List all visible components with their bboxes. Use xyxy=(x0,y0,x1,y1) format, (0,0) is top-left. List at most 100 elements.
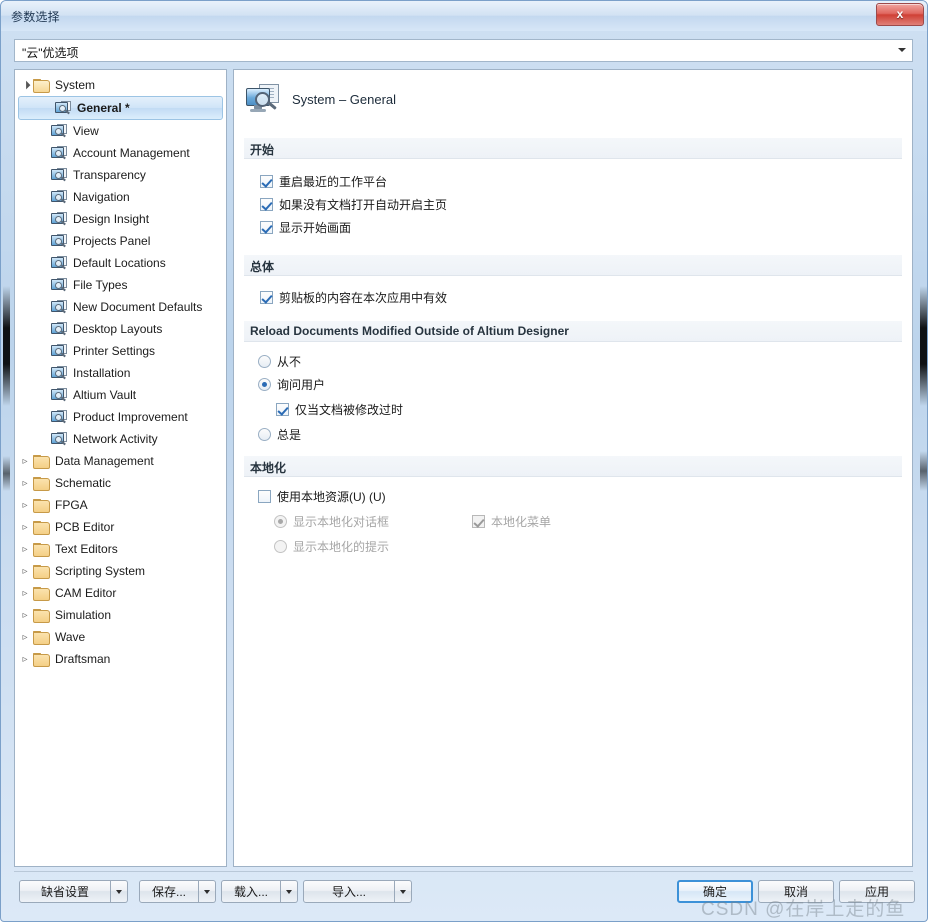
save-dropdown-icon[interactable] xyxy=(199,880,216,903)
tree-item-default-locations[interactable]: Default Locations xyxy=(15,252,226,274)
cancel-button[interactable]: 取消 xyxy=(758,880,834,903)
close-icon[interactable]: x xyxy=(876,3,924,26)
tree-item-altium-vault[interactable]: Altium Vault xyxy=(15,384,226,406)
default-settings-button[interactable]: 缺省设置 xyxy=(19,880,111,903)
tree-item-general[interactable]: General * xyxy=(18,96,223,120)
chevron-right-icon[interactable] xyxy=(17,588,33,599)
preset-combobox[interactable]: "云"优选项 xyxy=(14,39,913,62)
import-button[interactable]: 导入... xyxy=(303,880,395,903)
tree-item-account-management[interactable]: Account Management xyxy=(15,142,226,164)
checkbox-label-show-splash: 显示开始画面 xyxy=(279,221,352,235)
radio-label-localized-dialogs: 显示本地化对话框 xyxy=(293,515,390,529)
checkbox-localized-menus xyxy=(472,515,485,528)
tree-item-text-editors[interactable]: Text Editors xyxy=(15,538,226,560)
folder-icon xyxy=(33,454,51,469)
monitor-magnifier-icon xyxy=(55,101,73,115)
tree-item-product-improvement[interactable]: Product Improvement xyxy=(15,406,226,428)
tree-item-label: Schematic xyxy=(55,476,112,490)
chevron-down-icon[interactable] xyxy=(898,48,906,52)
chevron-right-icon[interactable] xyxy=(17,544,33,555)
radio-label-never: 从不 xyxy=(277,355,302,369)
tree-item-label: PCB Editor xyxy=(55,520,115,534)
save-split-button[interactable]: 保存... xyxy=(139,880,216,903)
checkbox-row-restart-workspace[interactable]: 重启最近的工作平台 xyxy=(260,173,387,190)
tree-item-printer-settings[interactable]: Printer Settings xyxy=(15,340,226,362)
chevron-right-icon[interactable] xyxy=(17,610,33,621)
border-artifact-right xyxy=(920,286,927,406)
tree-item-pcb-editor[interactable]: PCB Editor xyxy=(15,516,226,538)
checkbox-use-local-resources[interactable] xyxy=(258,490,271,503)
tree-item-transparency[interactable]: Transparency xyxy=(15,164,226,186)
import-dropdown-icon[interactable] xyxy=(395,880,412,903)
monitor-magnifier-icon xyxy=(51,410,69,424)
tree-item-draftsman[interactable]: Draftsman xyxy=(15,648,226,670)
ok-button[interactable]: 确定 xyxy=(677,880,753,903)
tree-item-data-management[interactable]: Data Management xyxy=(15,450,226,472)
radio-row-always[interactable]: 总是 xyxy=(258,426,301,443)
apply-button[interactable]: 应用 xyxy=(839,880,915,903)
chevron-right-icon[interactable] xyxy=(17,522,33,533)
save-button[interactable]: 保存... xyxy=(139,880,199,903)
tree-item-label: Altium Vault xyxy=(73,388,137,402)
tree-item-file-types[interactable]: File Types xyxy=(15,274,226,296)
tree-item-label: Transparency xyxy=(73,168,146,182)
default-settings-dropdown-icon[interactable] xyxy=(111,880,128,903)
load-split-button[interactable]: 载入... xyxy=(221,880,298,903)
folder-icon xyxy=(33,630,51,645)
group-header-startup: 开始 xyxy=(244,138,902,159)
tree-item-simulation[interactable]: Simulation xyxy=(15,604,226,626)
tree-item-fpga[interactable]: FPGA xyxy=(15,494,226,516)
checkbox-show-splash[interactable] xyxy=(260,221,273,234)
monitor-magnifier-icon xyxy=(51,322,69,336)
tree-item-new-document-defaults[interactable]: New Document Defaults xyxy=(15,296,226,318)
chevron-right-icon[interactable] xyxy=(17,456,33,467)
tree-item-view[interactable]: View xyxy=(15,120,226,142)
checkbox-row-open-home-page[interactable]: 如果没有文档打开自动开启主页 xyxy=(260,196,447,213)
monitor-magnifier-icon xyxy=(51,366,69,380)
checkbox-clipboard-session[interactable] xyxy=(260,291,273,304)
tree-item-network-activity[interactable]: Network Activity xyxy=(15,428,226,450)
chevron-right-icon[interactable] xyxy=(17,478,33,489)
tree-item-desktop-layouts[interactable]: Desktop Layouts xyxy=(15,318,226,340)
default-settings-split-button[interactable]: 缺省设置 xyxy=(19,880,128,903)
tree-item-wave[interactable]: Wave xyxy=(15,626,226,648)
checkbox-only-modified[interactable] xyxy=(276,403,289,416)
tree-item-scripting-system[interactable]: Scripting System xyxy=(15,560,226,582)
folder-icon xyxy=(33,520,51,535)
checkbox-row-clipboard[interactable]: 剪贴板的内容在本次应用中有效 xyxy=(260,289,447,306)
radio-never[interactable] xyxy=(258,355,271,368)
tree-item-navigation[interactable]: Navigation xyxy=(15,186,226,208)
load-button[interactable]: 载入... xyxy=(221,880,281,903)
chevron-down-icon[interactable] xyxy=(17,81,33,90)
chevron-right-icon[interactable] xyxy=(17,632,33,643)
title-bar: 参数选择 x xyxy=(1,1,927,31)
folder-icon xyxy=(33,564,51,579)
radio-row-ask-user[interactable]: 询问用户 xyxy=(258,376,325,393)
chevron-right-icon[interactable] xyxy=(17,566,33,577)
load-dropdown-icon[interactable] xyxy=(281,880,298,903)
tree-item-installation[interactable]: Installation xyxy=(15,362,226,384)
radio-row-never[interactable]: 从不 xyxy=(258,353,301,370)
monitor-magnifier-icon xyxy=(51,300,69,314)
checkbox-row-show-splash[interactable]: 显示开始画面 xyxy=(260,219,351,236)
chevron-right-icon[interactable] xyxy=(17,654,33,665)
checkbox-row-use-local-resources[interactable]: 使用本地资源(U) (U) xyxy=(258,488,386,505)
checkbox-open-home-page[interactable] xyxy=(260,198,273,211)
tree-item-projects-panel[interactable]: Projects Panel xyxy=(15,230,226,252)
monitor-magnifier-icon xyxy=(51,212,69,226)
checkbox-label-open-home-page: 如果没有文档打开自动开启主页 xyxy=(279,198,448,212)
radio-ask-user[interactable] xyxy=(258,378,271,391)
chevron-right-icon[interactable] xyxy=(17,500,33,511)
tree-item-system[interactable]: System xyxy=(15,74,226,96)
tree-item-cam-editor[interactable]: CAM Editor xyxy=(15,582,226,604)
tree-item-design-insight[interactable]: Design Insight xyxy=(15,208,226,230)
monitor-magnifier-icon xyxy=(51,278,69,292)
checkbox-restart-workspace[interactable] xyxy=(260,175,273,188)
import-split-button[interactable]: 导入... xyxy=(303,880,412,903)
checkbox-row-only-modified[interactable]: 仅当文档被修改过时 xyxy=(276,401,403,418)
settings-tree[interactable]: System General * View Account Management Tra… xyxy=(14,69,227,867)
radio-always[interactable] xyxy=(258,428,271,441)
tree-item-schematic[interactable]: Schematic xyxy=(15,472,226,494)
monitor-magnifier-icon xyxy=(51,234,69,248)
tree-item-label: File Types xyxy=(73,278,128,292)
